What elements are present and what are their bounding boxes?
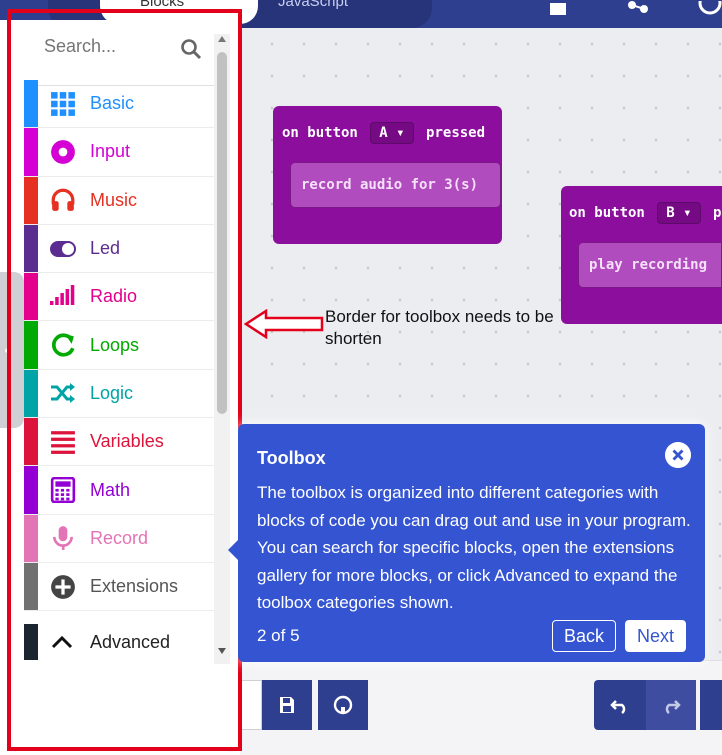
category-label: Basic [90, 93, 135, 114]
github-button[interactable] [318, 680, 368, 730]
button-dropdown[interactable]: B ▾ [657, 202, 701, 224]
toolbox-category-extensions[interactable]: Extensions [24, 562, 214, 612]
advanced-strip [24, 624, 38, 660]
search-icon[interactable] [180, 38, 202, 60]
category-label: Music [90, 189, 138, 210]
callout-pointer [228, 540, 238, 560]
advanced-label: Advanced [90, 631, 171, 652]
callout-title: Toolbox [257, 448, 326, 468]
play-recording-block[interactable]: play recording [578, 242, 722, 288]
scroll-down-arrow-icon[interactable] [218, 648, 226, 654]
toolbox-category-variables[interactable]: Variables [24, 418, 214, 467]
action-label: pressed [426, 125, 486, 141]
save-icon [280, 697, 294, 713]
toolbox-search [24, 24, 214, 86]
toolbox-category-input[interactable]: Input [24, 128, 214, 177]
category-label: Logic [90, 382, 134, 403]
toolbox-category-logic[interactable]: Logic [24, 369, 214, 419]
category-label: Extensions [90, 576, 179, 597]
annotation-text: Border for toolbox needs to be shorten [325, 307, 554, 348]
category-color-strip [24, 224, 38, 273]
toolbox-panel: Basic Input Music Led Radio Loops Logic Variabl… [0, 20, 240, 755]
tutorial-callout: Toolbox The toolbox is organized into di… [228, 424, 705, 662]
javascript-tab[interactable]: JavaScript [278, 0, 348, 10]
toolbox-scrollbar[interactable] [214, 34, 230, 664]
calculator-icon [50, 477, 76, 504]
shuffle-icon [50, 380, 76, 406]
category-label: Radio [90, 286, 138, 307]
category-label: Variables [90, 431, 164, 452]
share-icon[interactable] [626, 0, 650, 18]
target-icon [50, 139, 76, 165]
redo-icon [665, 700, 681, 714]
category-color-strip [24, 562, 38, 611]
toolbox-category-math[interactable]: Math [24, 466, 214, 515]
category-color-strip [24, 273, 38, 321]
chevron-up-icon [51, 635, 73, 649]
advanced-toggle[interactable]: Advanced [24, 624, 214, 660]
toolbox-category-record[interactable]: Record [24, 514, 214, 563]
category-list: Basic Input Music Led Radio Loops Logic Variabl… [24, 80, 214, 612]
search-input[interactable] [44, 36, 174, 57]
toolbox-category-basic[interactable]: Basic [24, 80, 214, 129]
toolbox-category-music[interactable]: Music [24, 176, 214, 225]
microphone-icon [50, 525, 76, 551]
annotation-arrow-icon [244, 309, 324, 339]
next-button[interactable]: Next [625, 620, 686, 652]
toggle-icon [50, 236, 76, 262]
toolbox-collapse-handle[interactable]: ‹ [0, 272, 24, 428]
github-icon [333, 695, 353, 715]
category-label: Loops [90, 334, 140, 355]
category-color-strip [24, 321, 38, 369]
button-dropdown[interactable]: A ▾ [370, 122, 414, 144]
scroll-thumb[interactable] [217, 52, 227, 414]
tutorial-step-counter: 2 of 5 [257, 626, 300, 645]
toolbox-category-radio[interactable]: Radio [24, 273, 214, 322]
toolbox-category-led[interactable]: Led [24, 224, 214, 274]
category-color-strip [24, 80, 38, 128]
settings-icon[interactable] [698, 0, 722, 18]
event-label: on button [282, 125, 358, 141]
category-label: Input [90, 141, 131, 162]
loop-arrow-icon [50, 332, 76, 358]
category-color-strip [24, 369, 38, 418]
category-color-strip [24, 128, 38, 176]
callout-body: The toolbox is organized into different … [257, 483, 691, 612]
signal-bars-icon [50, 284, 76, 310]
zoom-button[interactable] [700, 680, 722, 730]
category-label: Math [90, 479, 131, 500]
lines-icon [50, 429, 76, 455]
category-color-strip [24, 418, 38, 466]
category-label: Led [90, 238, 121, 259]
redo-button[interactable] [646, 680, 696, 730]
scroll-up-arrow-icon[interactable] [218, 36, 226, 42]
toolbox-category-loops[interactable]: Loops [24, 321, 214, 370]
home-icon[interactable] [548, 0, 568, 18]
undo-icon [610, 700, 626, 714]
record-audio-block[interactable]: record audio for 3(s) [290, 162, 501, 208]
headphones-icon [50, 187, 76, 213]
undo-button[interactable] [594, 680, 646, 730]
category-color-strip [24, 466, 38, 514]
back-button[interactable]: Back [552, 620, 616, 652]
category-label: Record [90, 527, 149, 548]
action-label: p [713, 205, 722, 221]
category-color-strip [24, 176, 38, 224]
save-button[interactable] [262, 680, 312, 730]
category-color-strip [24, 514, 38, 562]
close-icon[interactable] [665, 442, 691, 468]
chevron-left-icon: ‹ [4, 338, 11, 361]
plus-circle-icon [50, 574, 76, 600]
event-label: on button [569, 205, 645, 221]
grid-icon [50, 91, 76, 117]
